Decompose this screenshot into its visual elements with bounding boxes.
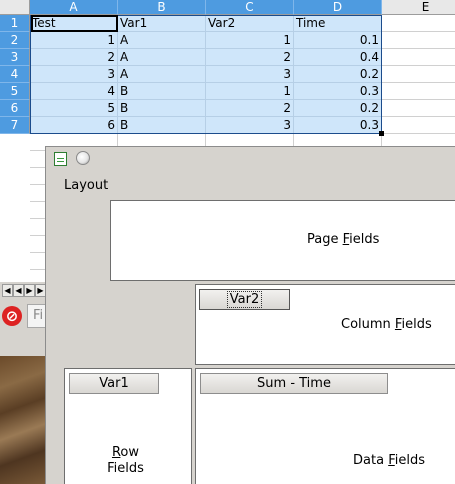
layout-label: Layout [64, 178, 109, 193]
row-header-1[interactable]: 1 [0, 15, 30, 32]
data-field-sum-time-button[interactable]: Sum - Time [200, 373, 388, 394]
data-cell[interactable]: 0.1 [294, 32, 382, 49]
column-header-e[interactable]: E [382, 0, 455, 15]
data-cell[interactable]: 1 [206, 32, 294, 49]
column-header-d[interactable]: D [294, 0, 382, 15]
empty-cell[interactable] [382, 83, 455, 100]
row-header-2[interactable]: 2 [0, 32, 30, 49]
data-cell[interactable]: A [118, 32, 206, 49]
column-header-a[interactable]: A [30, 0, 118, 15]
data-cell[interactable]: 0.2 [294, 100, 382, 117]
column-header-b[interactable]: B [118, 0, 206, 15]
sheet-nav-bar: ◀ ◀ ▶ ▶ [0, 282, 48, 300]
data-cell[interactable]: B [118, 117, 206, 134]
pivot-layout-dialog: Layout Page Fields Var2 Column Fields Va… [45, 146, 455, 484]
empty-cell[interactable] [382, 100, 455, 117]
empty-cell[interactable] [382, 15, 455, 32]
row-fields-label: Row Fields [107, 445, 144, 476]
data-cell[interactable]: A [118, 49, 206, 66]
nav-first-icon[interactable]: ◀ [2, 284, 13, 297]
empty-cell[interactable] [382, 117, 455, 134]
column-header-c[interactable]: C [206, 0, 294, 15]
row-field-var1-button[interactable]: Var1 [69, 373, 159, 394]
row-header-7[interactable]: 7 [0, 117, 30, 134]
row-header-3[interactable]: 3 [0, 49, 30, 66]
column-fields-label: Column Fields [341, 317, 432, 332]
data-cell[interactable]: 0.2 [294, 66, 382, 83]
data-cell[interactable]: 1 [30, 32, 118, 49]
data-cell[interactable]: 1 [206, 83, 294, 100]
select-all-corner[interactable] [0, 0, 30, 15]
row-fields-zone[interactable]: Var1 Row Fields [64, 368, 192, 484]
data-cell[interactable]: B [118, 83, 206, 100]
page-fields-zone[interactable]: Page Fields [110, 200, 455, 281]
dialog-titlebar[interactable] [46, 147, 455, 171]
data-fields-label: Data Fields [353, 453, 425, 468]
row-header-5[interactable]: 5 [0, 83, 30, 100]
header-cell[interactable]: Time [294, 15, 382, 32]
close-find-icon[interactable]: ⊘ [2, 306, 22, 326]
data-cell[interactable]: 2 [30, 49, 118, 66]
column-fields-zone[interactable]: Var2 Column Fields [195, 284, 455, 365]
data-cell[interactable]: 6 [30, 117, 118, 134]
screen: ABCDE12345678910111213141516TestVar1Var2… [0, 0, 455, 484]
row-header-6[interactable]: 6 [0, 100, 30, 117]
fill-handle[interactable] [379, 131, 384, 136]
data-cell[interactable]: 5 [30, 100, 118, 117]
nav-prev-icon[interactable]: ◀ [13, 284, 24, 297]
row-header-4[interactable]: 4 [0, 66, 30, 83]
data-cell[interactable]: 3 [206, 66, 294, 83]
data-cell[interactable]: 0.4 [294, 49, 382, 66]
desktop-wallpaper [0, 356, 48, 484]
nav-next-icon[interactable]: ▶ [24, 284, 35, 297]
data-cell[interactable]: 4 [30, 83, 118, 100]
window-menu-icon[interactable] [76, 151, 90, 165]
empty-cell[interactable] [382, 66, 455, 83]
data-fields-zone[interactable]: Sum - Time Data Fields [195, 368, 455, 484]
data-cell[interactable]: 3 [30, 66, 118, 83]
data-cell[interactable]: 0.3 [294, 117, 382, 134]
header-cell[interactable]: Test [30, 15, 118, 32]
page-fields-label: Page Fields [307, 232, 380, 247]
data-cell[interactable]: 2 [206, 100, 294, 117]
header-cell[interactable]: Var2 [206, 15, 294, 32]
data-cell[interactable]: 0.3 [294, 83, 382, 100]
header-cell[interactable]: Var1 [118, 15, 206, 32]
find-input-text: Fi [33, 308, 44, 323]
empty-cell[interactable] [382, 32, 455, 49]
spreadsheet-app-icon [54, 152, 67, 166]
data-cell[interactable]: B [118, 100, 206, 117]
data-cell[interactable]: 2 [206, 49, 294, 66]
column-field-var2-button[interactable]: Var2 [199, 289, 290, 310]
empty-cell[interactable] [382, 49, 455, 66]
data-cell[interactable]: A [118, 66, 206, 83]
data-cell[interactable]: 3 [206, 117, 294, 134]
